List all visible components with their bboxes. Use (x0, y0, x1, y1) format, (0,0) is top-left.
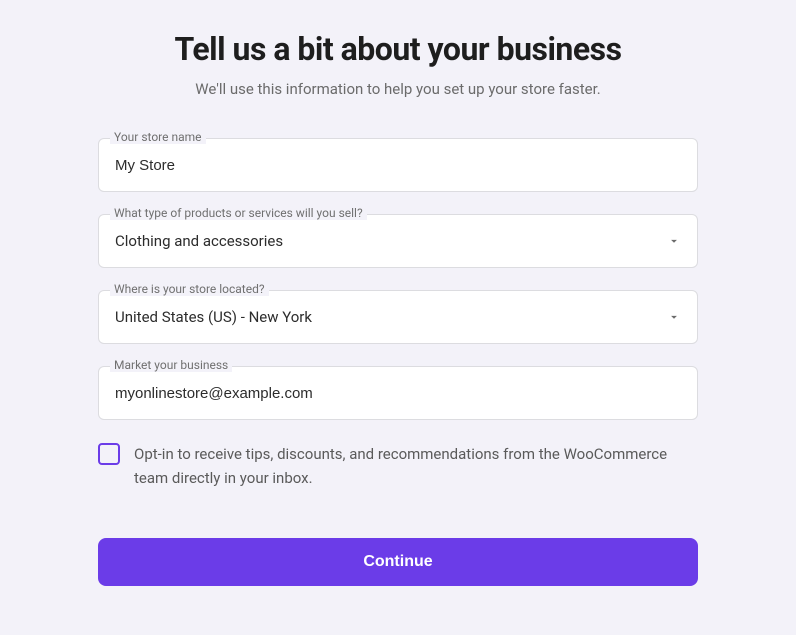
store-name-label: Your store name (110, 130, 206, 144)
location-field-group: Where is your store located? United Stat… (98, 290, 698, 344)
store-name-input[interactable] (98, 138, 698, 192)
chevron-down-icon (667, 234, 681, 248)
continue-button[interactable]: Continue (98, 538, 698, 586)
page-title: Tell us a bit about your business (98, 30, 698, 68)
optin-row: Opt-in to receive tips, discounts, and r… (98, 442, 698, 490)
product-type-field-group: What type of products or services will y… (98, 214, 698, 268)
onboarding-form: Tell us a bit about your business We'll … (98, 30, 698, 586)
location-select[interactable]: United States (US) - New York (98, 290, 698, 344)
email-input[interactable] (98, 366, 698, 420)
optin-checkbox[interactable] (98, 443, 120, 465)
optin-label: Opt-in to receive tips, discounts, and r… (134, 442, 698, 490)
product-type-select[interactable]: Clothing and accessories (98, 214, 698, 268)
location-value: United States (US) - New York (115, 308, 312, 326)
product-type-label: What type of products or services will y… (110, 206, 367, 220)
email-field-group: Market your business (98, 366, 698, 420)
email-label: Market your business (110, 358, 232, 372)
product-type-value: Clothing and accessories (115, 232, 283, 250)
location-label: Where is your store located? (110, 282, 269, 296)
chevron-down-icon (667, 310, 681, 324)
page-subtitle: We'll use this information to help you s… (98, 80, 698, 98)
store-name-field-group: Your store name (98, 138, 698, 192)
